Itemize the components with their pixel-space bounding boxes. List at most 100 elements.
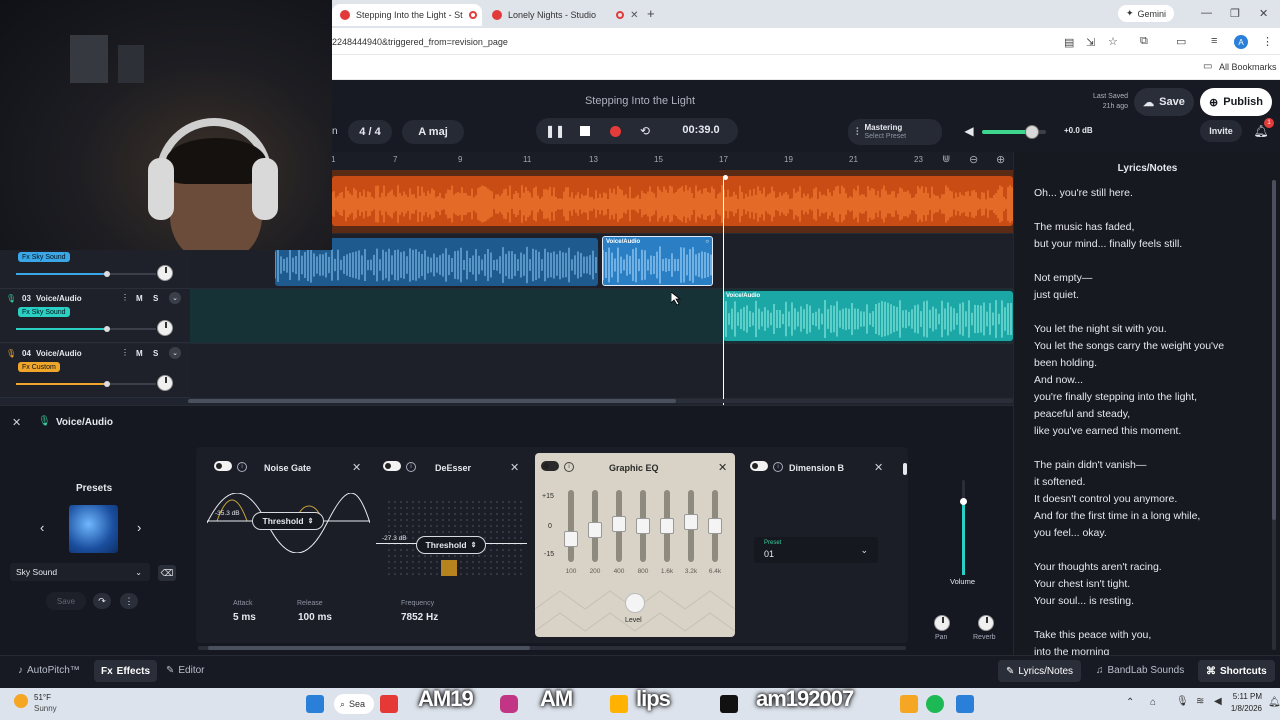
pan-knob[interactable] <box>157 375 173 391</box>
effects-scrollbar[interactable] <box>198 646 906 650</box>
clock-time[interactable]: 5:11 PM <box>1232 692 1262 701</box>
weather-temp[interactable]: 51°F <box>34 693 51 702</box>
pause-icon[interactable]: ❚❚ <box>544 120 566 142</box>
extensions-icon[interactable]: ⧉ <box>1140 35 1148 48</box>
track-volume-thumb[interactable] <box>104 381 110 387</box>
dimension-b-card[interactable]: i Dimension B ✕ Preset 01 ⌄ <box>744 453 891 637</box>
pan-knob[interactable] <box>157 320 173 336</box>
file-explorer-icon[interactable] <box>900 695 918 713</box>
song-title[interactable]: Stepping Into the Light <box>332 95 948 107</box>
youtube-icon[interactable] <box>380 695 398 713</box>
close-icon[interactable]: ✕ <box>510 461 519 474</box>
info-icon[interactable]: i <box>773 462 783 472</box>
info-icon[interactable]: i <box>564 462 574 472</box>
defender-icon[interactable] <box>956 695 974 713</box>
record-button[interactable] <box>604 120 626 142</box>
eq-band-thumb[interactable] <box>564 531 578 548</box>
tray-wifi-icon[interactable]: ≋ <box>1196 696 1204 707</box>
timeline-scrollbar[interactable] <box>188 399 1013 403</box>
eq-band-thumb[interactable] <box>684 513 698 530</box>
eq-band-slider[interactable] <box>684 490 698 562</box>
windows-start-icon[interactable] <box>306 695 324 713</box>
track-header[interactable]: 🎙︎ 04 Voice/Audio ⋮ M S ⌄ Fx Custom <box>0 344 190 398</box>
clock-date[interactable]: 1/8/2026 <box>1228 704 1262 713</box>
zoom-in-icon[interactable]: ⊕ <box>996 153 1005 166</box>
teal-audio-clip[interactable]: Voice/Audio <box>723 291 1013 341</box>
preset-clear-icon[interactable]: ⌫ <box>158 565 176 581</box>
eq-band-thumb[interactable] <box>660 518 674 534</box>
deesser-card[interactable]: i DeEsser ✕ -27.3 dB Threshold ⇕ Frequenc… <box>376 453 527 637</box>
notification-bell-icon[interactable]: 🔔︎ <box>1268 697 1280 708</box>
effects-volume-slider[interactable] <box>960 480 967 575</box>
track-name[interactable]: Voice/Audio <box>36 349 82 358</box>
tray-chevron-icon[interactable]: ⌃ <box>1126 697 1134 708</box>
mastering-selector[interactable]: ⫶ Mastering Select Preset <box>848 119 942 145</box>
maximize-icon[interactable]: ❐ <box>1230 7 1240 20</box>
eq-band-slider[interactable] <box>564 490 578 562</box>
level-knob[interactable] <box>625 593 645 613</box>
close-tab-icon[interactable]: ✕ <box>630 10 638 21</box>
timeline-ruler[interactable]: 1 7 9 11 13 15 17 19 21 23 ⋓ ⊖ ⊕ <box>331 152 1013 170</box>
loop-icon[interactable]: ⟲ <box>634 120 656 142</box>
key-selector[interactable]: A maj <box>402 120 464 144</box>
media-icon[interactable]: ≡ <box>1211 35 1217 47</box>
track-volume-slider[interactable] <box>16 381 156 387</box>
reverb-knob[interactable] <box>978 615 994 631</box>
invite-button[interactable]: Invite <box>1200 120 1242 142</box>
time-signature[interactable]: 4 / 4 <box>348 120 392 144</box>
install-icon[interactable]: ⇲ <box>1086 36 1095 49</box>
playhead[interactable] <box>723 176 724 405</box>
instagram-icon[interactable] <box>500 695 518 713</box>
dimension-toggle[interactable] <box>750 461 768 471</box>
stop-button[interactable] <box>574 120 596 142</box>
bandlab-sounds-tab[interactable]: ♫ BandLab Sounds <box>1096 665 1184 676</box>
mute-button[interactable]: M <box>136 349 143 358</box>
spotify-icon[interactable] <box>926 695 944 713</box>
release-value[interactable]: 100 ms <box>298 612 332 623</box>
chevron-down-icon[interactable]: ⌄ <box>169 347 181 359</box>
editor-tab[interactable]: ✎ Editor <box>166 665 205 676</box>
close-icon[interactable]: ✕ <box>718 461 727 474</box>
shortcuts-button[interactable]: ⌘ Shortcuts <box>1198 660 1275 682</box>
pan-knob[interactable] <box>157 265 173 281</box>
next-card-toggle[interactable] <box>903 463 907 475</box>
mute-button[interactable]: M <box>136 294 143 303</box>
effects-scrollbar-thumb[interactable] <box>208 646 530 650</box>
info-icon[interactable]: i <box>237 462 247 472</box>
noise-gate-threshold[interactable]: Threshold ⇕ <box>252 512 324 530</box>
tray-volume-icon[interactable]: ◀ <box>1214 696 1222 707</box>
preset-prev-icon[interactable]: ‹ <box>40 520 44 535</box>
zoom-out-icon[interactable]: ⊖ <box>969 153 978 166</box>
frequency-value[interactable]: 7852 Hz <box>401 612 438 623</box>
track-lane[interactable] <box>332 170 1013 234</box>
fx-badge[interactable]: Fx Custom <box>18 362 60 372</box>
url-text[interactable]: 2248444940&triggered_from=revision_page <box>332 37 508 47</box>
all-bookmarks-link[interactable]: All Bookmarks <box>1219 62 1277 72</box>
preset-thumbnail[interactable] <box>69 505 118 553</box>
solo-button[interactable]: S <box>153 294 158 303</box>
clip-loop-icon[interactable]: ○ <box>705 239 709 245</box>
eq-band-thumb[interactable] <box>588 522 602 539</box>
fx-badge[interactable]: Fx Sky Sound <box>18 307 70 317</box>
save-button[interactable]: ☁ Save <box>1134 88 1194 116</box>
lyrics-notes-tab[interactable]: ✎ Lyrics/Notes <box>998 660 1082 682</box>
tab-lonely-nights[interactable]: Lonely Nights - Studio ✕ <box>484 4 640 26</box>
track-menu-icon[interactable]: ⋮ <box>121 293 129 302</box>
reader-icon[interactable]: ▤ <box>1064 36 1074 49</box>
preset-next-icon[interactable]: › <box>137 520 141 535</box>
minimize-icon[interactable]: — <box>1201 7 1212 19</box>
track-volume-thumb[interactable] <box>104 326 110 332</box>
master-volume-slider[interactable] <box>982 125 1046 139</box>
track-volume-thumb[interactable] <box>104 271 110 277</box>
deesser-threshold[interactable]: Threshold ⇕ <box>416 536 486 554</box>
effects-tab[interactable]: Fx Effects <box>94 660 158 682</box>
browser-menu-icon[interactable]: ⋮ <box>1262 35 1273 48</box>
speaker-icon[interactable]: ◀ <box>958 120 980 142</box>
track-lane[interactable] <box>190 344 1013 399</box>
orange-audio-clip[interactable] <box>332 176 1013 226</box>
track-menu-icon[interactable]: ⋮ <box>121 348 129 357</box>
timeline-scrollbar-thumb[interactable] <box>188 399 676 403</box>
save-preset-button[interactable]: Save <box>46 592 86 610</box>
fx-badge[interactable]: Fx Sky Sound <box>18 252 70 262</box>
close-icon[interactable]: ✕ <box>352 461 361 474</box>
